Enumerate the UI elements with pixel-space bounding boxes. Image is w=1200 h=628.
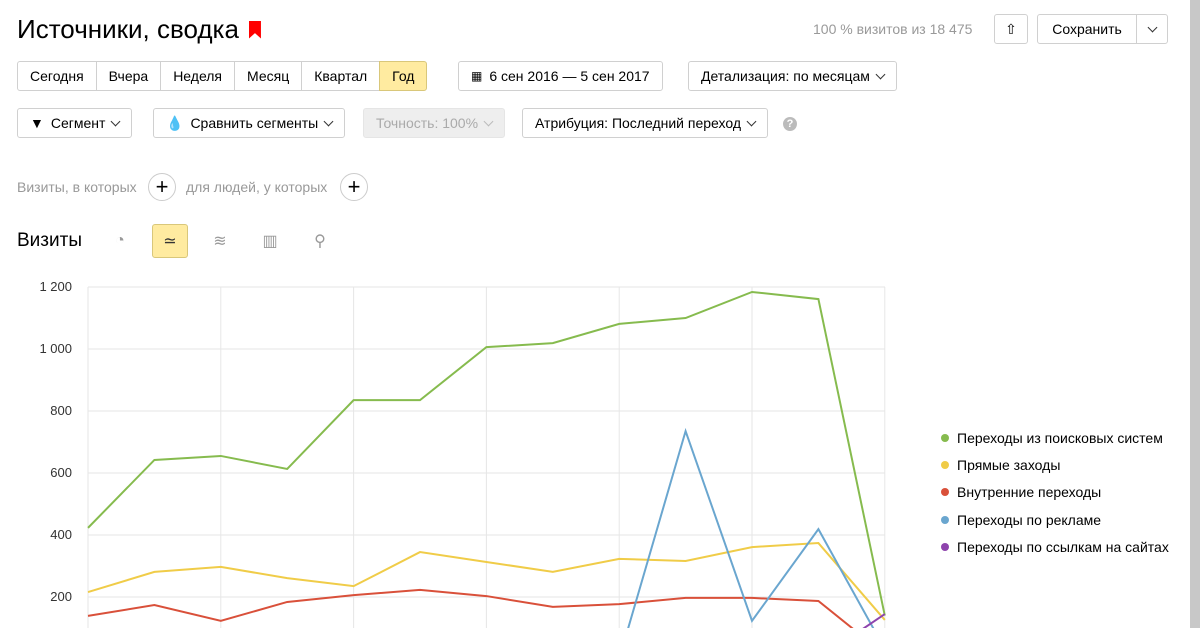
legend-item[interactable]: Переходы по рекламе	[941, 506, 1169, 533]
y-tick-label: 200	[50, 589, 72, 604]
legend-label: Переходы по рекламе	[957, 511, 1102, 528]
y-tick-label: 400	[50, 527, 72, 542]
legend-item[interactable]: Переходы из поисковых систем	[941, 424, 1169, 451]
scrollbar[interactable]	[1190, 0, 1200, 628]
legend-item[interactable]: Переходы по ссылкам на сайтах	[941, 533, 1169, 560]
legend-dot	[941, 515, 949, 524]
legend-label: Переходы по ссылкам на сайтах	[957, 538, 1169, 555]
legend-item[interactable]: Прямые заходы	[941, 451, 1169, 478]
chart-legend: Переходы из поисковых систем Прямые заход…	[941, 424, 1169, 560]
legend-label: Внутренние переходы	[957, 484, 1102, 501]
y-tick-label: 600	[50, 465, 72, 480]
legend-dot	[941, 542, 949, 551]
legend-label: Прямые заходы	[957, 456, 1061, 473]
legend-label: Переходы из поисковых систем	[957, 429, 1163, 446]
y-tick-label: 1 200	[39, 279, 72, 294]
legend-dot	[941, 433, 949, 442]
legend-dot	[941, 488, 949, 497]
y-tick-label: 1 000	[39, 341, 72, 356]
y-tick-label: 800	[50, 403, 72, 418]
legend-dot	[941, 460, 949, 469]
legend-item[interactable]: Внутренние переходы	[941, 479, 1169, 506]
